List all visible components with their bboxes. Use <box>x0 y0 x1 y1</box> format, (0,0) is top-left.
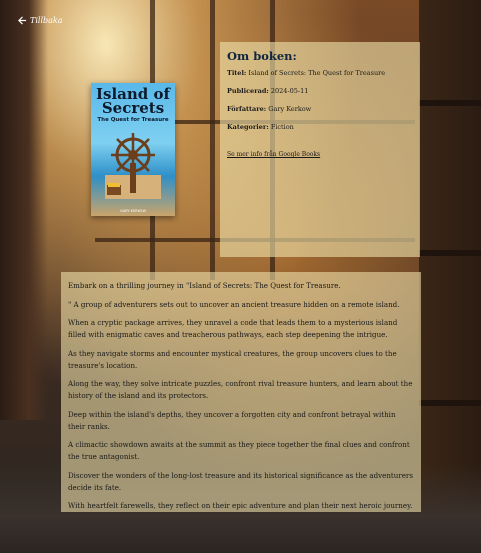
title-row: Titel: Island of Secrets: The Quest for … <box>227 69 413 78</box>
about-heading: Om boken: <box>227 49 297 63</box>
description-paragraph: Discover the wonders of the long-lost tr… <box>68 470 413 492</box>
published-row: Publicerad: 2024-05-11 <box>227 87 413 96</box>
published-label: Publicerad: <box>227 87 269 95</box>
cover-subtitle: The Quest for Treasure <box>97 117 169 123</box>
categories-row: Kategorier: Fiction <box>227 123 413 132</box>
description-paragraph: " A group of adventurers sets out to unc… <box>68 299 400 309</box>
shelf-board <box>419 250 481 256</box>
description-paragraph: A climactic showdown awaits at the summi… <box>68 440 410 461</box>
author-label: Författare: <box>227 105 267 113</box>
cover-author: GARY KERKOW <box>120 209 146 213</box>
description-paragraph: Embark on a thrilling journey in "Island… <box>68 281 341 290</box>
ship-wheel-icon <box>105 133 161 199</box>
shelf-board <box>419 400 481 406</box>
title-label: Titel: <box>227 69 247 77</box>
shelf-board <box>419 100 481 106</box>
back-link-label: Tillbaka <box>30 16 63 25</box>
curtain <box>0 0 48 420</box>
book-cover: Island of Secrets The Quest for Treasure… <box>91 83 175 216</box>
categories-label: Kategorier: <box>227 123 269 131</box>
categories-value: Fiction <box>270 123 294 131</box>
google-books-link[interactable]: Se mer info från Google Books <box>227 151 320 158</box>
cover-title: Island of Secrets <box>91 87 175 117</box>
cover-title-line2: Secrets <box>101 99 165 117</box>
about-panel: Om boken: Titel: Island of Secrets: The … <box>220 42 420 257</box>
description-paragraph: Along the way, they solve intricate puzz… <box>68 379 413 400</box>
author-value: Gary Kerkow <box>268 105 312 113</box>
description-paragraph: As they navigate storms and encounter my… <box>68 348 397 370</box>
description-paragraph: Deep within the island's depths, they un… <box>68 409 396 431</box>
title-value: Island of Secrets: The Quest for Treasur… <box>248 69 386 77</box>
arrow-left-icon <box>18 16 27 25</box>
back-link[interactable]: Tillbaka <box>18 16 63 25</box>
description-paragraph: With heartfelt farewells, they reflect o… <box>68 501 413 510</box>
description-panel: Embark on a thrilling journey in "Island… <box>61 272 421 512</box>
published-value: 2024-05-11 <box>270 87 309 95</box>
description-paragraph: When a cryptic package arrives, they unr… <box>68 318 398 339</box>
author-row: Författare: Gary Kerkow <box>227 105 413 114</box>
